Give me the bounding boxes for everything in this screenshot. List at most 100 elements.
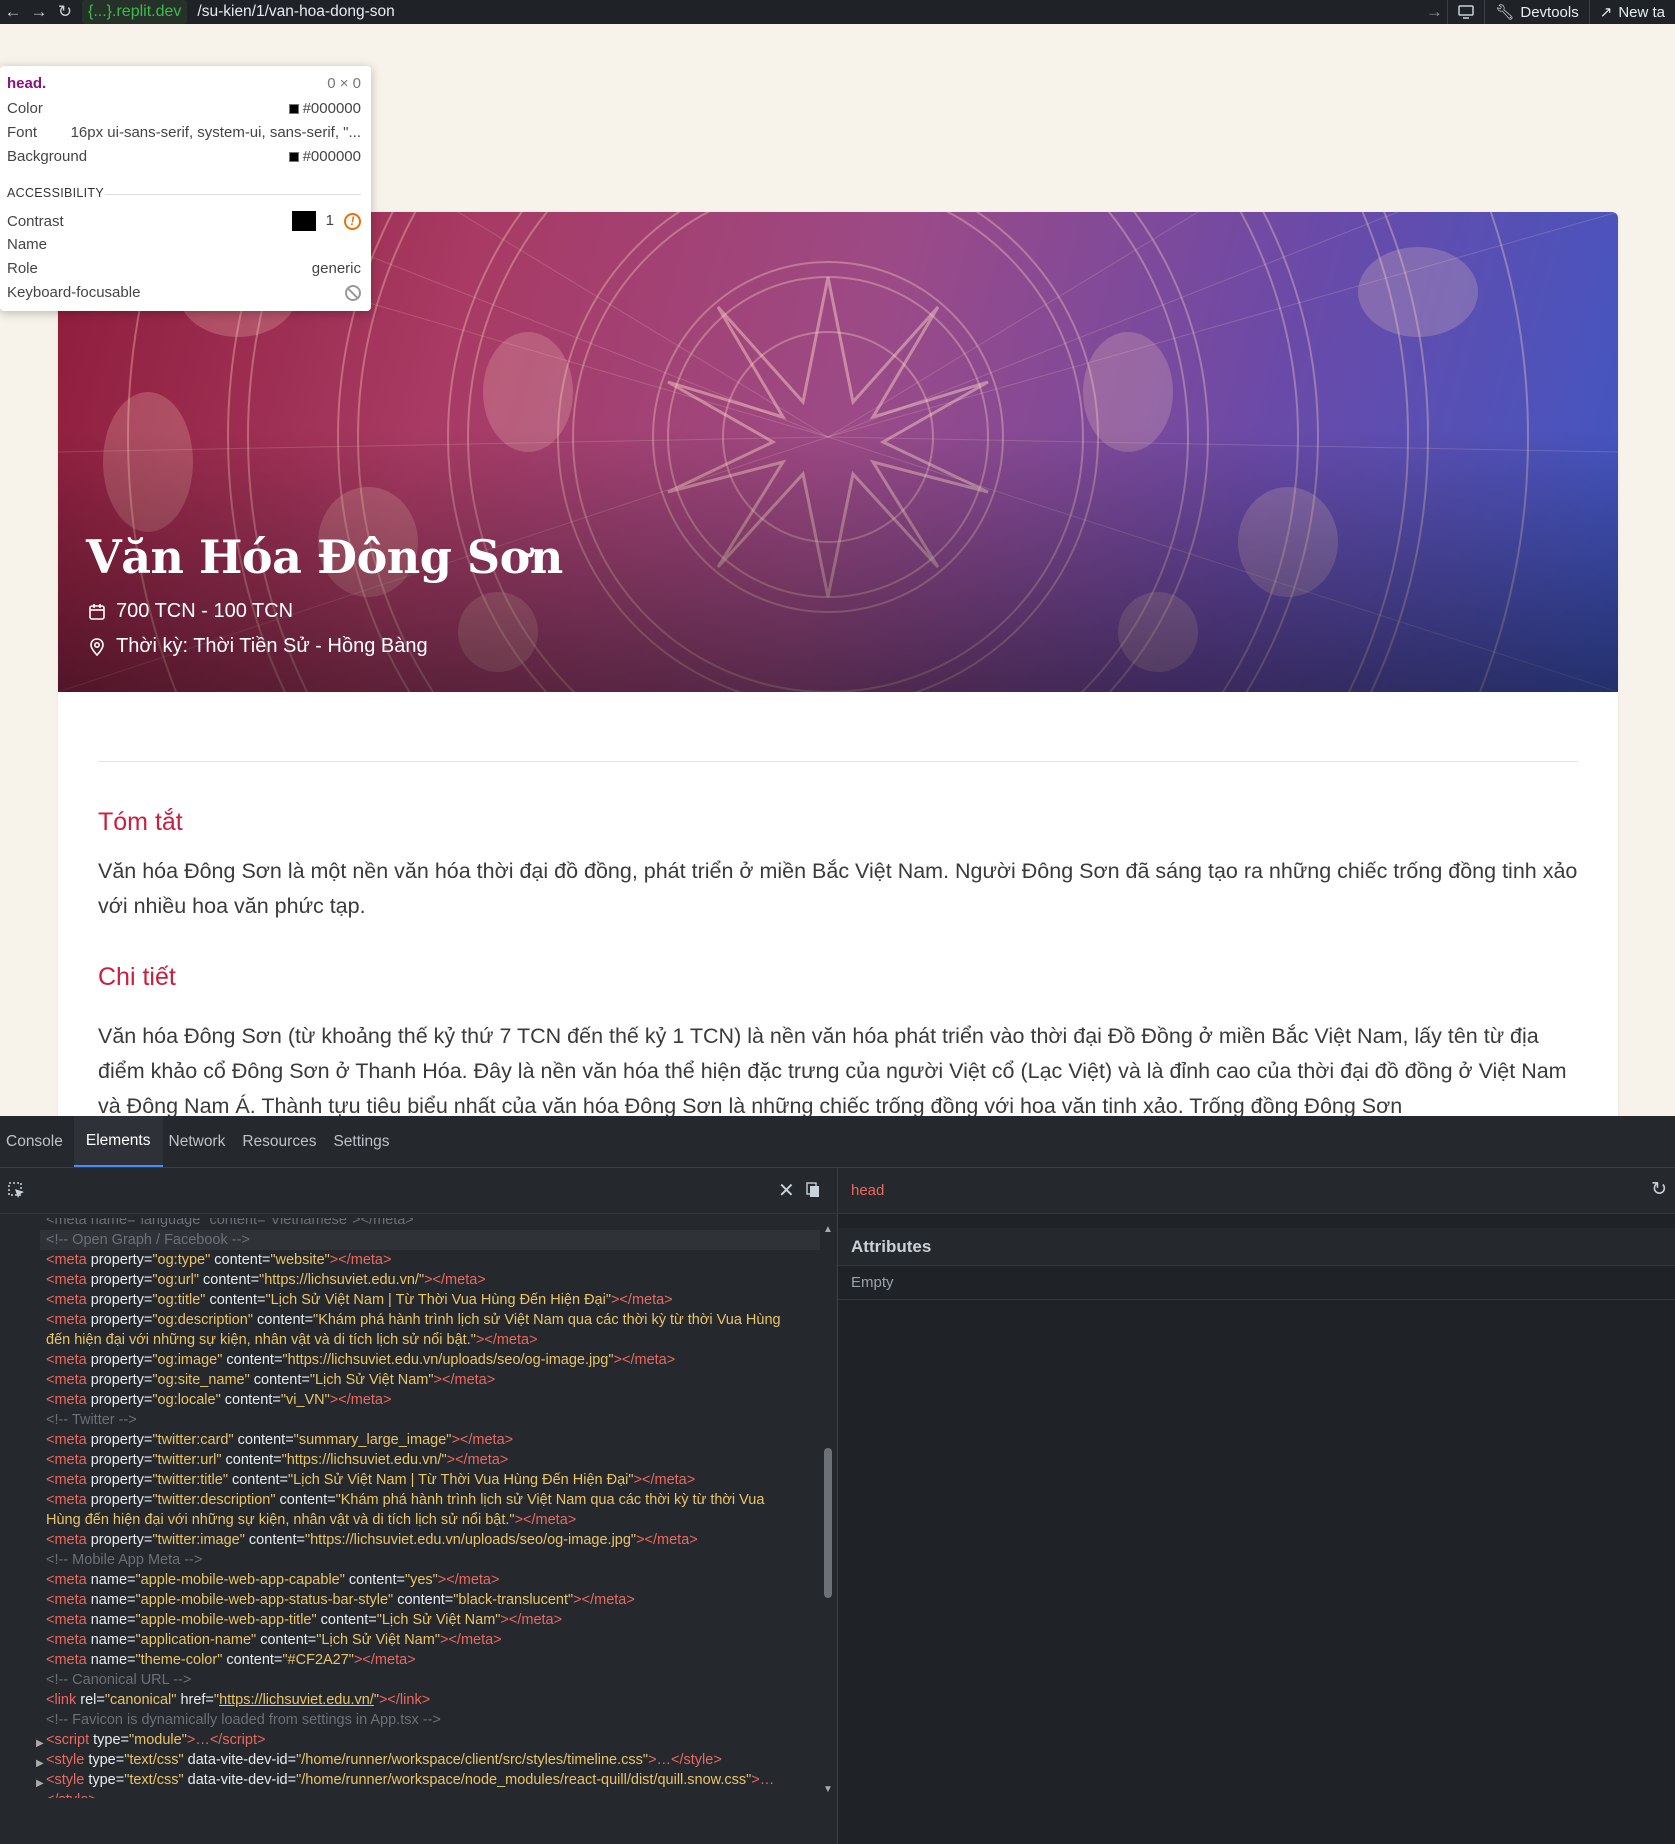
dom-node-line[interactable]: <!-- Mobile App Meta --> bbox=[46, 1550, 202, 1570]
dom-node-line-wrap: Hùng đến hiện đại với những sự kiện, nhâ… bbox=[46, 1512, 577, 1528]
refresh-icon[interactable]: ↻ bbox=[1651, 1178, 1667, 1201]
scroll-down-icon[interactable]: ▼ bbox=[823, 1784, 833, 1795]
dom-node-line[interactable]: <meta name="apple-mobile-web-app-title" … bbox=[46, 1610, 562, 1630]
dom-node-line[interactable]: </style> bbox=[46, 1790, 97, 1798]
device-toggle-button[interactable] bbox=[1447, 0, 1484, 24]
dom-tree[interactable]: <meta name="language" content="Vietnames… bbox=[0, 1218, 820, 1798]
close-icon[interactable]: ✕ bbox=[778, 1178, 795, 1203]
url-path[interactable]: /su-kien/1/van-hoa-dong-son bbox=[197, 3, 394, 21]
event-card: Văn Hóa Đông Sơn 700 TCN - 100 TCN Thời … bbox=[58, 212, 1618, 1116]
url-host[interactable]: {...} .replit.dev bbox=[82, 0, 188, 24]
dom-node-line[interactable]: <meta property="twitter:title" content="… bbox=[46, 1470, 695, 1490]
dom-node-line[interactable]: <meta name="apple-mobile-web-app-status-… bbox=[46, 1590, 635, 1610]
new-tab-button[interactable]: ↗ New ta bbox=[1588, 0, 1675, 24]
expand-triangle-icon[interactable]: ▶ bbox=[36, 1754, 44, 1774]
selected-node-name: head bbox=[851, 1182, 885, 1199]
dom-node-line[interactable]: <meta property="og:url" content="https:/… bbox=[46, 1270, 486, 1290]
dom-node-line[interactable]: <meta property="og:title" content="Lịch … bbox=[46, 1290, 673, 1310]
tooltip-font-label: Font bbox=[7, 124, 38, 141]
element-picker-icon[interactable] bbox=[8, 1182, 26, 1200]
dom-node-line[interactable]: <script type="module">…</script> bbox=[46, 1730, 265, 1750]
tooltip-contrast-value: 1 bbox=[325, 211, 334, 229]
dom-node-line[interactable]: <meta name="theme-color" content="#CF2A2… bbox=[46, 1650, 416, 1670]
summary-heading: Tóm tắt bbox=[98, 808, 183, 836]
event-date-text: 700 TCN - 100 TCN bbox=[116, 600, 294, 622]
expand-triangle-icon[interactable]: ▶ bbox=[36, 1774, 44, 1794]
browser-toolbar: ← → ↻ {...} .replit.dev /su-kien/1/van-h… bbox=[0, 0, 1675, 24]
dom-node-line[interactable]: <meta property="twitter:image" content="… bbox=[46, 1530, 698, 1550]
dom-node-line[interactable]: <!-- Twitter --> bbox=[46, 1410, 137, 1430]
dom-node-line[interactable]: <meta property="og:type" content="websit… bbox=[46, 1250, 391, 1270]
dom-node-line[interactable]: <meta name="apple-mobile-web-app-capable… bbox=[46, 1570, 499, 1590]
elements-toolbar: ✕ bbox=[0, 1168, 838, 1214]
back-arrow-icon[interactable]: ← bbox=[0, 0, 26, 24]
attributes-list: Empty bbox=[838, 1266, 1675, 1300]
devtools-button[interactable]: 🔧︎ Devtools bbox=[1484, 0, 1588, 24]
event-period: Thời kỳ: Thời Tiền Sử - Hồng Bàng bbox=[88, 635, 428, 658]
attributes-section-header: Attributes bbox=[838, 1228, 1675, 1266]
dom-node-line[interactable]: <meta name="application-name" content="L… bbox=[46, 1630, 502, 1650]
map-pin-icon bbox=[90, 637, 104, 656]
forward-arrow-icon[interactable]: → bbox=[26, 0, 52, 24]
tooltip-keyboard-label: Keyboard-focusable bbox=[7, 284, 141, 301]
partial-top-line: <meta name="language" content="Vietnames… bbox=[46, 1218, 414, 1228]
tooltip-name-label: Name bbox=[7, 236, 48, 253]
devtools-panel: Console Elements Network Resources Setti… bbox=[0, 1116, 1675, 1844]
tab-network[interactable]: Network bbox=[163, 1116, 237, 1167]
monitor-icon bbox=[1458, 5, 1475, 19]
tooltip-background-label: Background bbox=[7, 148, 88, 165]
tooltip-role-label: Role bbox=[7, 260, 38, 277]
new-tab-label: New ta bbox=[1618, 3, 1665, 21]
dom-node-line[interactable]: <style type="text/css" data-vite-dev-id=… bbox=[46, 1750, 722, 1770]
dom-node-line[interactable]: <meta property="og:locale" content="vi_V… bbox=[46, 1390, 391, 1410]
calendar-icon bbox=[89, 603, 105, 620]
tooltip-element-size: 0 × 0 bbox=[327, 75, 361, 92]
background-swatch-icon bbox=[288, 152, 299, 163]
dom-node-line[interactable]: <meta property="og:description" content=… bbox=[46, 1310, 781, 1330]
dom-node-line[interactable]: <!-- Favicon is dynamically loaded from … bbox=[46, 1710, 441, 1730]
go-arrow-icon[interactable]: → bbox=[1421, 0, 1447, 24]
detail-text: Văn hóa Đông Sơn (từ khoảng thế kỷ thứ 7… bbox=[98, 1024, 1567, 1116]
tooltip-element-name: head. bbox=[7, 75, 47, 92]
tooltip-contrast-label: Contrast bbox=[7, 212, 64, 230]
dom-node-line[interactable]: <meta property="og:image" content="https… bbox=[46, 1350, 675, 1370]
dom-node-line[interactable]: <!-- Canonical URL --> bbox=[46, 1670, 191, 1690]
tab-elements[interactable]: Elements bbox=[73, 1116, 163, 1167]
dom-node-line-wrap: đến hiện đại với những sự kiện, nhân vật… bbox=[46, 1332, 538, 1348]
attributes-heading: Attributes bbox=[851, 1237, 932, 1256]
event-title: Văn Hóa Đông Sơn bbox=[86, 530, 563, 584]
dom-node-line[interactable]: <style type="text/css" data-vite-dev-id=… bbox=[46, 1770, 774, 1790]
tooltip-role-value: generic bbox=[311, 260, 361, 277]
page-viewport: Văn Hóa Đông Sơn 700 TCN - 100 TCN Thời … bbox=[0, 24, 1675, 1116]
dom-node-line[interactable]: <meta property="og:site_name" content="L… bbox=[46, 1370, 495, 1390]
dom-node-line[interactable]: <!-- Open Graph / Facebook --> bbox=[40, 1230, 820, 1250]
copy-icon[interactable] bbox=[806, 1182, 821, 1199]
inspector-tooltip: head. 0 × 0 Color #000000 Font 16px ui-s… bbox=[0, 66, 371, 311]
wrench-icon: 🔧︎ bbox=[1495, 4, 1515, 21]
scroll-up-icon[interactable]: ▲ bbox=[823, 1224, 833, 1235]
color-swatch-icon bbox=[288, 104, 299, 115]
elements-tree-pane: ✕ <meta name="language" content="Vietnam… bbox=[0, 1168, 838, 1844]
dom-node-line[interactable]: <meta property="twitter:url" content="ht… bbox=[46, 1450, 508, 1470]
scrollbar-thumb[interactable] bbox=[824, 1448, 832, 1598]
tooltip-color-label: Color bbox=[7, 100, 43, 117]
tab-console[interactable]: Console bbox=[0, 1116, 74, 1167]
expand-triangle-icon[interactable]: ▶ bbox=[36, 1734, 44, 1754]
tooltip-divider bbox=[105, 194, 361, 195]
node-details-pane: head ↻ Attributes Empty bbox=[838, 1168, 1675, 1844]
dom-node-line[interactable]: <meta property="twitter:description" con… bbox=[46, 1490, 764, 1510]
content-divider bbox=[98, 761, 1578, 762]
node-details-header: head ↻ bbox=[838, 1168, 1675, 1214]
toolbar-right: → 🔧︎ Devtools ↗ New ta bbox=[1421, 0, 1675, 24]
dom-node-line[interactable]: <meta property="twitter:card" content="s… bbox=[46, 1430, 513, 1450]
reload-icon[interactable]: ↻ bbox=[52, 0, 78, 24]
detail-heading: Chi tiết bbox=[98, 963, 176, 991]
dom-node-line[interactable]: <link rel="canonical" href="https://lich… bbox=[46, 1690, 430, 1710]
tab-resources[interactable]: Resources bbox=[236, 1116, 327, 1167]
tooltip-accessibility-heading: ACCESSIBILITY bbox=[7, 186, 104, 200]
tab-settings[interactable]: Settings bbox=[327, 1116, 400, 1167]
attributes-empty: Empty bbox=[851, 1274, 894, 1291]
not-focusable-icon bbox=[345, 284, 361, 301]
tooltip-background-value: #000000 bbox=[302, 148, 361, 165]
dom-tree-scrollbar[interactable]: ▲ ▼ bbox=[820, 1218, 836, 1798]
